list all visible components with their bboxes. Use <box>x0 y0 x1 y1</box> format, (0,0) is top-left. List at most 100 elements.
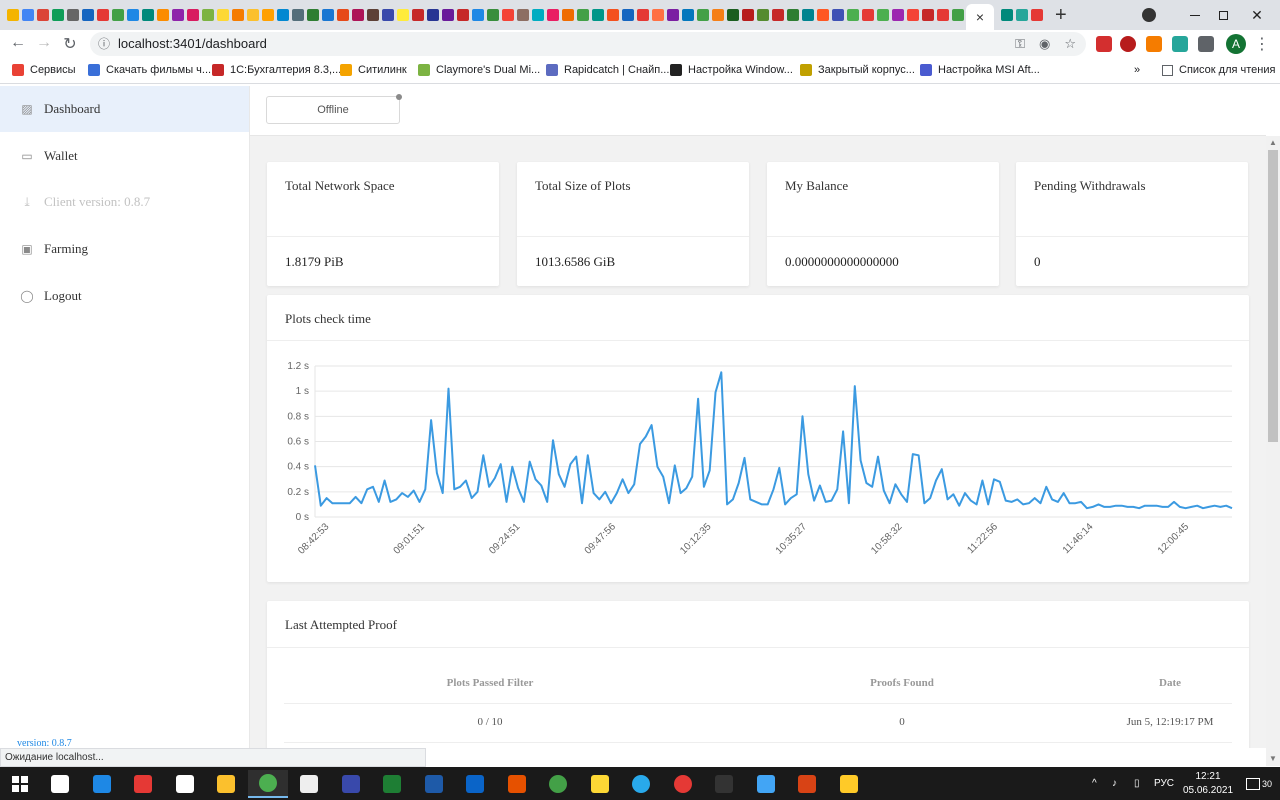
taskbar-app-button[interactable] <box>165 770 205 798</box>
page-scrollbar[interactable]: ▲ ▼ <box>1266 136 1280 766</box>
connection-status[interactable]: Offline <box>266 96 400 124</box>
bookmark-item[interactable]: Сервисы <box>12 64 76 76</box>
tab-favicon-icon[interactable] <box>127 9 139 21</box>
tab-favicon-icon[interactable] <box>757 9 769 21</box>
tab-close-icon[interactable]: × <box>976 9 984 25</box>
tab-favicon-icon[interactable] <box>952 9 964 21</box>
taskbar-app-button[interactable] <box>414 770 454 798</box>
taskbar-app-button[interactable] <box>247 770 288 798</box>
language-indicator[interactable]: РУС <box>1154 767 1174 800</box>
tab-favicon-icon[interactable] <box>442 9 454 21</box>
tab-favicon-icon[interactable] <box>22 9 34 21</box>
taskbar-app-button[interactable] <box>289 770 329 798</box>
taskbar-app-button[interactable] <box>206 770 246 798</box>
taskbar-app-button[interactable] <box>663 770 703 798</box>
tab-favicon-icon[interactable] <box>697 9 709 21</box>
tab-favicon-icon[interactable] <box>397 9 409 21</box>
tab-favicon-icon[interactable] <box>487 9 499 21</box>
bookmarks-more-button[interactable]: » <box>1134 64 1140 76</box>
tab-favicon-icon[interactable] <box>292 9 304 21</box>
sidebar-item-wallet[interactable]: ▭ Wallet <box>0 133 249 179</box>
scroll-up-icon[interactable]: ▲ <box>1266 136 1280 150</box>
tab-favicons[interactable] <box>0 9 966 21</box>
tab-search-button[interactable] <box>1126 0 1172 30</box>
tab-favicon-icon[interactable] <box>547 9 559 21</box>
star-icon[interactable]: ☆ <box>1064 32 1076 56</box>
key-icon[interactable]: ⚿ <box>1015 32 1025 56</box>
tab-favicon-icon[interactable] <box>592 9 604 21</box>
tab-favicon-icon[interactable] <box>202 9 214 21</box>
active-tab[interactable]: × <box>966 4 994 30</box>
tab-favicon-icon[interactable] <box>67 9 79 21</box>
tab-favicon-icon[interactable] <box>637 9 649 21</box>
tab-favicon-icon[interactable] <box>712 9 724 21</box>
tab-favicon-icon[interactable] <box>7 9 19 21</box>
reading-list-button[interactable]: Список для чтения <box>1162 64 1275 76</box>
extension-icon[interactable] <box>1172 36 1188 52</box>
taskbar-app-button[interactable] <box>580 770 620 798</box>
new-tab-button[interactable]: + <box>1055 4 1067 27</box>
bookmark-item[interactable]: 1С:Бухгалтерия 8.3,... <box>212 64 341 76</box>
tab-favicon-icon[interactable] <box>622 9 634 21</box>
tab-favicon-icon[interactable] <box>577 9 589 21</box>
tray-chevron-icon[interactable]: ^ <box>1092 767 1097 800</box>
extension-icon[interactable] <box>1120 36 1136 52</box>
tab-favicon-icon[interactable] <box>667 9 679 21</box>
clock[interactable]: 12:21 05.06.2021 <box>1180 770 1236 798</box>
taskbar-app-button[interactable] <box>82 770 122 798</box>
tab-favicon-icon[interactable] <box>517 9 529 21</box>
metamask-icon[interactable] <box>1146 36 1162 52</box>
tab-favicon-icon[interactable] <box>367 9 379 21</box>
tab-favicon-icon[interactable] <box>382 9 394 21</box>
tab-favicon-icon[interactable] <box>562 9 574 21</box>
tab-favicon-icon[interactable] <box>97 9 109 21</box>
tab-favicon-icon[interactable] <box>217 9 229 21</box>
taskbar-app-button[interactable] <box>704 770 744 798</box>
extension-icon[interactable] <box>1096 36 1112 52</box>
taskbar-app-button[interactable] <box>40 770 80 798</box>
taskbar-app-button[interactable] <box>455 770 495 798</box>
taskbar-app-button[interactable] <box>829 770 869 798</box>
bookmark-item[interactable]: Закрытый корпус... <box>800 64 915 76</box>
speaker-icon[interactable]: ♪ <box>1112 767 1117 800</box>
bookmark-item[interactable]: Claymore's Dual Mi... <box>418 64 540 76</box>
tab-favicon-icon[interactable] <box>142 9 154 21</box>
tab-favicon-icon[interactable] <box>742 9 754 21</box>
bookmark-item[interactable]: Скачать фильмы ч... <box>88 64 211 76</box>
taskbar-app-button[interactable] <box>538 770 578 798</box>
profile-avatar[interactable]: A <box>1226 34 1246 54</box>
tab-favicon-icon[interactable] <box>1001 9 1013 21</box>
tab-favicon-icon[interactable] <box>187 9 199 21</box>
tab-favicon-icon[interactable] <box>802 9 814 21</box>
tab-favicon-icon[interactable] <box>922 9 934 21</box>
tab-favicon-icon[interactable] <box>112 9 124 21</box>
bookmark-item[interactable]: Настройка MSI Aft... <box>920 64 1040 76</box>
back-button[interactable]: ← <box>8 34 28 52</box>
tab-favicon-icon[interactable] <box>277 9 289 21</box>
network-icon[interactable]: ▯ <box>1134 767 1140 800</box>
bookmark-item[interactable]: Настройка Window... <box>670 64 793 76</box>
tab-favicon-icon[interactable] <box>262 9 274 21</box>
scroll-thumb[interactable] <box>1268 150 1278 442</box>
start-button[interactable] <box>0 770 40 798</box>
tab-favicon-icon[interactable] <box>457 9 469 21</box>
sidebar-item-farming[interactable]: ▣ Farming <box>0 226 249 272</box>
taskbar-app-button[interactable] <box>787 770 827 798</box>
tab-favicon-icon[interactable] <box>1016 9 1028 21</box>
tab-favicon-icon[interactable] <box>232 9 244 21</box>
tab-favicon-icon[interactable] <box>832 9 844 21</box>
taskbar-app-button[interactable] <box>621 770 661 798</box>
sidebar-item-dashboard[interactable]: ▨ Dashboard <box>0 86 249 132</box>
tab-favicon-icon[interactable] <box>247 9 259 21</box>
sidebar-item-logout[interactable]: ◯ Logout <box>0 273 249 319</box>
scroll-down-icon[interactable]: ▼ <box>1266 752 1280 766</box>
reload-button[interactable]: ↻ <box>60 34 80 54</box>
tab-favicon-icon[interactable] <box>817 9 829 21</box>
tab-favicon-icon[interactable] <box>727 9 739 21</box>
tab-favicon-icon[interactable] <box>172 9 184 21</box>
tab-favicon-icon[interactable] <box>502 9 514 21</box>
tab-favicon-icon[interactable] <box>772 9 784 21</box>
bookmark-item[interactable]: Rapidcatch | Снайп... <box>546 64 669 76</box>
tab-favicon-icon[interactable] <box>37 9 49 21</box>
tab-favicon-icon[interactable] <box>472 9 484 21</box>
